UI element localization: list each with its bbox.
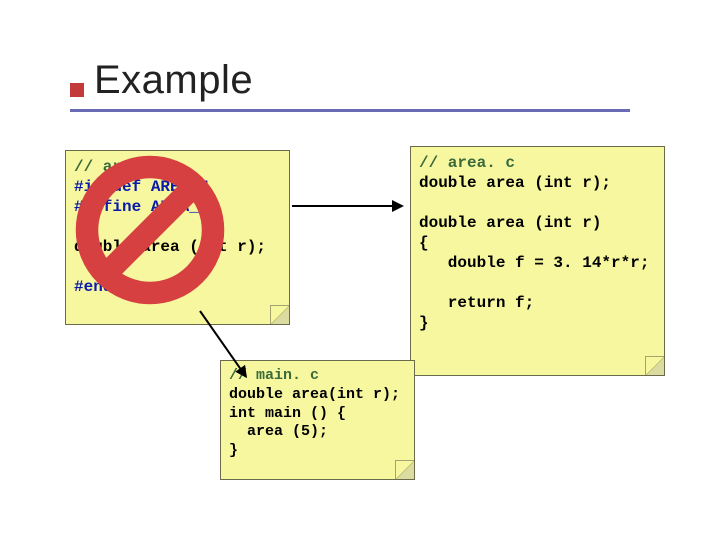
code-line: #ifndef AREA_H (74, 178, 208, 196)
code-line: return f; (419, 294, 534, 312)
slide-title-bar: Example (70, 58, 630, 112)
code-line: { (419, 234, 429, 252)
code-line: // area. c (419, 154, 515, 172)
code-box-area-h: // area. h #ifndef AREA_H #define AREA_H… (65, 150, 290, 325)
code-box-main-c: // main. c double area(int r); int main … (220, 360, 415, 480)
code-line: double area(int r); (229, 386, 400, 403)
code-line: double f = 3. 14*r*r; (419, 254, 649, 272)
code-line: double area (int r); (74, 238, 266, 256)
code-line: double area (int r); (419, 174, 611, 192)
title-bullet-icon (70, 83, 84, 97)
code-line: #define AREA_H (74, 198, 208, 216)
code-line: } (419, 314, 429, 332)
code-box-area-c: // area. c double area (int r); double a… (410, 146, 665, 376)
slide-title: Example (94, 58, 253, 103)
code-line: } (229, 442, 238, 459)
code-line: int main () { (229, 405, 346, 422)
arrow-to-area-c (292, 205, 402, 207)
code-line: #endif (74, 278, 132, 296)
code-line: double area (int r) (419, 214, 601, 232)
code-line: area (5); (229, 423, 328, 440)
code-line: // area. h (74, 158, 170, 176)
